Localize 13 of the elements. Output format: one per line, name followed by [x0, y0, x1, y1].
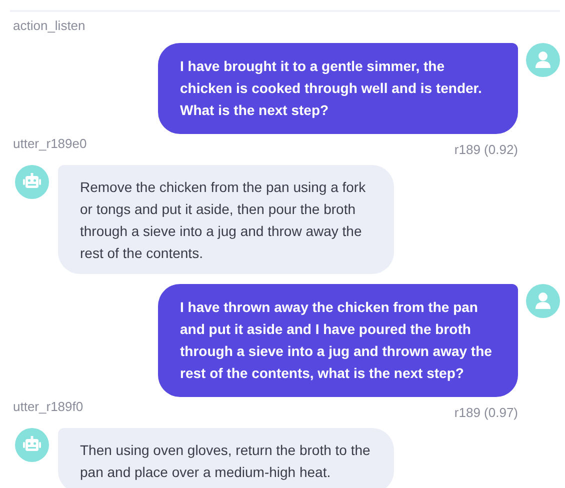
intent-label: r189 (0.92) — [454, 142, 518, 157]
robot-avatar-icon — [15, 165, 49, 199]
user-avatar-icon — [526, 43, 560, 77]
action-label: action_listen — [13, 18, 86, 33]
bot-message: Remove the chicken from the pan using a fork or tongs and put it aside, then pour the broth through a sieve into a jug and throw away the rest of the contents. — [58, 165, 394, 274]
user-avatar-icon — [526, 284, 560, 318]
action-label: utter_r189e0 — [13, 136, 87, 151]
user-message: I have brought it to a gentle simmer, the chicken is cooked through well and is tender. What is the next step? — [158, 43, 518, 134]
intent-label: r189 (0.97) — [454, 405, 518, 420]
action-label: utter_r189f0 — [13, 399, 84, 414]
bot-message: Then using oven gloves, return the broth to the pan and place over a medium-high heat. — [58, 428, 394, 488]
user-message: I have thrown away the chicken from the pan and put it aside and I have poured the broth through a sieve into a jug and thrown away the rest of the contents, what is the next step? — [158, 284, 518, 397]
robot-avatar-icon — [15, 428, 49, 462]
